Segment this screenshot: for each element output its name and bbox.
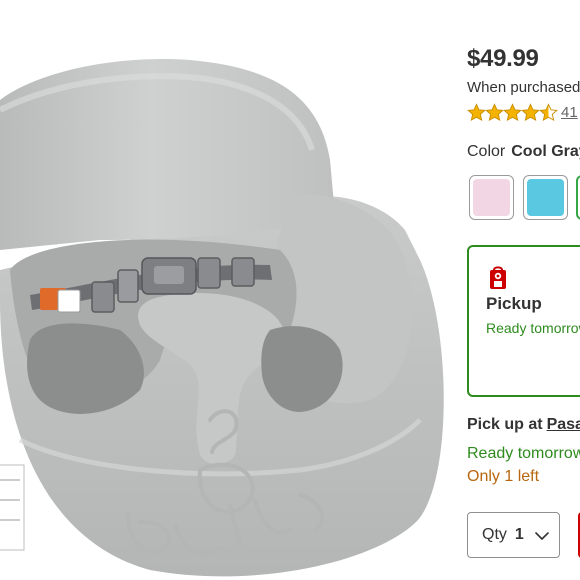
swatch-blue[interactable] <box>523 175 568 220</box>
color-selection-label: Color Cool Gray <box>467 143 580 161</box>
product-image[interactable] <box>0 0 455 580</box>
pickup-store-prefix: Pick up at <box>467 416 543 433</box>
safety-label <box>0 464 25 551</box>
store-name-link[interactable]: Pasadena <box>547 416 580 433</box>
star-filled-icon <box>485 102 504 121</box>
star-filled-icon <box>521 102 540 121</box>
stock-status: Only 1 left <box>467 468 540 485</box>
color-value: Cool Gray <box>511 143 580 160</box>
color-label: Color <box>467 143 506 160</box>
price: $49.99 <box>467 45 539 72</box>
price-note: When purchased online <box>467 79 580 96</box>
store-pickup-icon <box>490 266 506 289</box>
ready-status: Ready tomorrow <box>467 445 580 462</box>
quantity-select[interactable]: Qty 1 <box>467 512 560 558</box>
product-purchase-panel: $49.99 When purchased online 41 Color Coo… <box>467 0 580 580</box>
chevron-down-icon <box>535 532 549 540</box>
quantity-value: 1 <box>514 526 524 543</box>
swatch-pink[interactable] <box>469 175 514 220</box>
rating-count-link[interactable]: 41 <box>561 104 578 121</box>
star-half-icon <box>539 102 558 121</box>
pickup-store-line: Pick up atPasadena <box>467 416 580 434</box>
pickup-status: Ready tomorrow <box>486 320 580 336</box>
swatch-pink-fill <box>473 179 510 216</box>
star-filled-icon <box>503 102 522 121</box>
pickup-option-card[interactable]: Pickup Ready tomorrow <box>467 245 580 397</box>
pickup-title: Pickup <box>486 294 542 313</box>
star-filled-icon <box>467 102 486 121</box>
swatch-cool-gray[interactable] <box>576 175 580 220</box>
star-rating <box>467 102 558 122</box>
rating-summary[interactable]: 41 <box>467 102 578 122</box>
floor-seat-illustration <box>0 59 444 577</box>
swatch-blue-fill <box>527 179 564 216</box>
quantity-label: Qty <box>482 526 507 543</box>
